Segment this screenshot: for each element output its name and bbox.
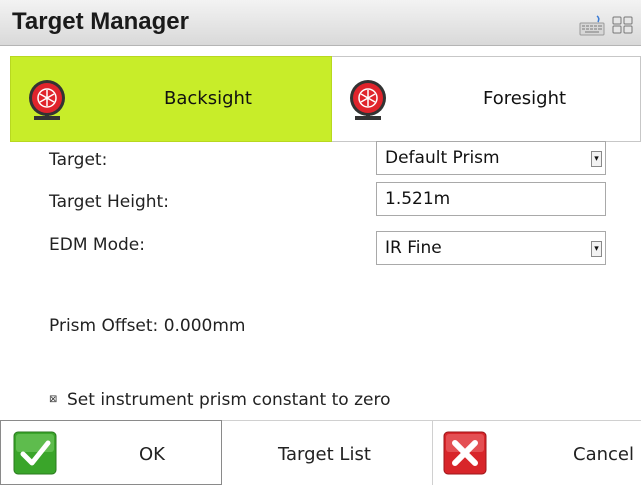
cancel-button-label: Cancel	[573, 444, 634, 465]
chevron-down-icon[interactable]: ▾	[591, 241, 602, 257]
target-select[interactable]: Default Prism ▾	[376, 141, 606, 175]
prism-constant-label: Set instrument prism constant to zero	[67, 390, 391, 410]
edm-mode-select[interactable]: IR Fine ▾	[376, 231, 606, 265]
tab-backsight-label: Backsight	[164, 88, 252, 109]
target-height-value: 1.521m	[385, 189, 451, 209]
button-bar: OK Target List Cancel	[0, 420, 641, 485]
edm-mode-label: EDM Mode:	[49, 235, 145, 255]
cancel-button[interactable]: Cancel	[432, 420, 641, 485]
edm-mode-value: IR Fine	[385, 238, 442, 258]
tab-backsight[interactable]: Backsight	[10, 56, 332, 142]
checkmark-icon	[13, 431, 57, 475]
target-height-label: Target Height:	[49, 192, 169, 212]
prism-constant-checkbox[interactable]: ⊠	[49, 395, 60, 406]
target-list-button-label: Target List	[278, 444, 371, 465]
grid-icon[interactable]	[611, 14, 635, 36]
tab-bar: Backsight Foresight	[0, 56, 641, 142]
target-select-value: Default Prism	[385, 148, 500, 168]
prism-offset-text: Prism Offset: 0.000mm	[49, 316, 246, 336]
ok-button-label: OK	[139, 444, 165, 465]
window-title: Target Manager	[12, 8, 189, 35]
ok-button[interactable]: OK	[0, 420, 222, 485]
keyboard-icon[interactable]	[579, 14, 605, 36]
title-bar: Target Manager	[0, 0, 641, 46]
prism-target-icon	[350, 80, 386, 120]
tab-foresight[interactable]: Foresight	[332, 56, 641, 142]
target-label: Target:	[49, 150, 108, 170]
close-icon	[443, 431, 487, 475]
target-height-input[interactable]: 1.521m	[376, 182, 606, 216]
prism-target-icon	[29, 80, 65, 120]
target-list-button[interactable]: Target List	[222, 420, 432, 485]
tab-foresight-label: Foresight	[483, 88, 567, 109]
chevron-down-icon[interactable]: ▾	[591, 151, 602, 167]
